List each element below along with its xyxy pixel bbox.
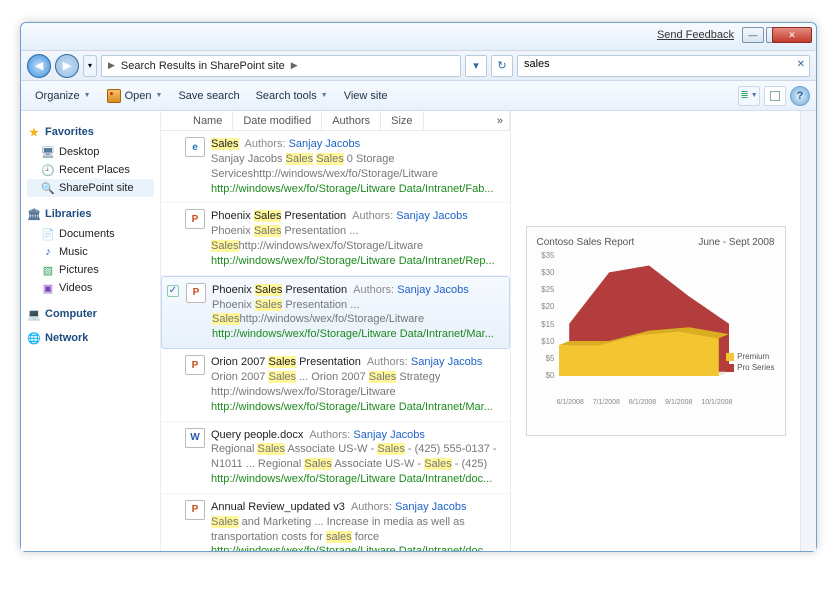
explorer-window: Send Feedback ◀ ▶ ▾ ▶ Search Results in …	[20, 22, 817, 552]
back-button[interactable]: ◀	[27, 54, 51, 78]
select-checkbox[interactable]	[165, 355, 179, 414]
search-tools-button[interactable]: Search tools▼	[248, 86, 336, 106]
ppt-file-icon: P	[185, 355, 205, 375]
chart: $35$30$25$20$15$10$5$0 Premium Pro Serie…	[537, 256, 775, 406]
result-item[interactable]: eSalesAuthors: Sanjay JacobsSanjay Jacob…	[161, 131, 510, 203]
search-input[interactable]	[524, 58, 791, 70]
scrollbar[interactable]	[800, 111, 816, 551]
column-headers: Name Date modified Authors Size »	[161, 111, 510, 131]
save-search-button[interactable]: Save search	[170, 86, 247, 106]
select-checkbox[interactable]	[165, 209, 179, 268]
result-url[interactable]: http://windows/wex/fo/Storage/Litware Da…	[211, 400, 504, 415]
result-item[interactable]: PPhoenix Sales PresentationAuthors: Sanj…	[161, 276, 510, 349]
chevron-right-icon: ▶	[106, 60, 117, 71]
computer-icon: 💻	[27, 307, 41, 321]
sidebar-item-music[interactable]: ♪Music	[27, 243, 154, 261]
minimize-button[interactable]	[742, 27, 764, 43]
sidebar-item-recent[interactable]: 🕘Recent Places	[27, 161, 154, 179]
select-checkbox[interactable]	[166, 283, 180, 342]
organize-button[interactable]: Organize▼	[27, 86, 99, 106]
close-button[interactable]	[772, 27, 812, 43]
view-mode-button[interactable]: ≣▼	[738, 86, 760, 106]
sidebar-item-videos[interactable]: ▣Videos	[27, 279, 154, 297]
ppt-file-icon: P	[186, 283, 206, 303]
author-link[interactable]: Sanjay Jacobs	[395, 501, 467, 513]
refresh-button[interactable]: ↻	[491, 55, 513, 77]
sidebar: ★Favorites 🖥Desktop 🕘Recent Places 🔍Shar…	[21, 111, 161, 551]
open-icon	[107, 89, 121, 103]
sidebar-item-computer[interactable]: 💻Computer	[27, 307, 154, 321]
sidebar-item-network[interactable]: 🌐Network	[27, 331, 154, 345]
sidebar-item-documents[interactable]: 📄Documents	[27, 225, 154, 243]
preview-document: Contoso Sales Report June - Sept 2008 $3…	[526, 226, 786, 436]
send-feedback-link[interactable]: Send Feedback	[657, 29, 734, 41]
col-name[interactable]: Name	[183, 111, 233, 130]
preview-title: Contoso Sales Report	[537, 237, 635, 248]
breadcrumb-segment[interactable]: Search Results in SharePoint site	[117, 60, 289, 72]
author-link[interactable]: Sanjay Jacobs	[396, 210, 468, 222]
result-url[interactable]: http://windows/wex/fo/Storage/Litware Da…	[211, 544, 504, 551]
recent-icon: 🕘	[41, 163, 55, 177]
result-url[interactable]: http://windows/wex/fo/Storage/Litware Da…	[211, 182, 504, 197]
pictures-icon: ▧	[41, 263, 55, 277]
results-list[interactable]: Name Date modified Authors Size » eSales…	[161, 111, 511, 551]
ppt-file-icon: P	[185, 500, 205, 520]
sidebar-header-favorites[interactable]: ★Favorites	[27, 125, 154, 139]
sidebar-item-sharepoint[interactable]: 🔍SharePoint site	[27, 179, 154, 197]
go-button[interactable]: ▾	[465, 55, 487, 77]
author-link[interactable]: Sanjay Jacobs	[353, 429, 425, 441]
col-more[interactable]: »	[491, 111, 510, 130]
toolbar: Organize▼ Open▼ Save search Search tools…	[21, 81, 816, 111]
network-icon: 🌐	[27, 331, 41, 345]
chevron-right-icon: ▶	[289, 60, 300, 71]
search-icon: 🔍	[41, 181, 55, 195]
view-site-button[interactable]: View site	[336, 86, 396, 106]
titlebar: Send Feedback	[21, 23, 816, 51]
result-item[interactable]: WQuery people.docxAuthors: Sanjay Jacobs…	[161, 422, 510, 494]
search-box[interactable]: ✕	[517, 55, 810, 77]
result-item[interactable]: PPhoenix Sales PresentationAuthors: Sanj…	[161, 203, 510, 275]
col-date[interactable]: Date modified	[233, 111, 322, 130]
col-authors[interactable]: Authors	[322, 111, 381, 130]
breadcrumb[interactable]: ▶ Search Results in SharePoint site ▶	[101, 55, 461, 77]
preview-subtitle: June - Sept 2008	[698, 237, 774, 248]
desktop-icon: 🖥	[41, 145, 55, 159]
help-button[interactable]: ?	[790, 86, 810, 106]
result-item[interactable]: PAnnual Review_updated v3Authors: Sanjay…	[161, 494, 510, 551]
result-item[interactable]: POrion 2007 Sales PresentationAuthors: S…	[161, 349, 510, 421]
result-url[interactable]: http://windows/wex/fo/Storage/Litware Da…	[211, 254, 504, 269]
preview-pane: Contoso Sales Report June - Sept 2008 $3…	[511, 111, 800, 551]
nav-bar: ◀ ▶ ▾ ▶ Search Results in SharePoint sit…	[21, 51, 816, 81]
sidebar-item-desktop[interactable]: 🖥Desktop	[27, 143, 154, 161]
documents-icon: 📄	[41, 227, 55, 241]
select-checkbox[interactable]	[165, 428, 179, 487]
author-link[interactable]: Sanjay Jacobs	[411, 356, 483, 368]
star-icon: ★	[27, 125, 41, 139]
author-link[interactable]: Sanjay Jacobs	[289, 138, 361, 150]
sidebar-item-pictures[interactable]: ▧Pictures	[27, 261, 154, 279]
select-checkbox[interactable]	[165, 137, 179, 196]
author-link[interactable]: Sanjay Jacobs	[397, 284, 469, 296]
doc-file-icon: W	[185, 428, 205, 448]
ie-file-icon: e	[185, 137, 205, 157]
result-url[interactable]: http://windows/wex/fo/Storage/Litware Da…	[211, 472, 504, 487]
open-button[interactable]: Open▼	[99, 85, 171, 107]
result-url[interactable]: http://windows/wex/fo/Storage/Litware Da…	[212, 327, 503, 342]
clear-search-icon[interactable]: ✕	[797, 59, 805, 70]
select-checkbox[interactable]	[165, 500, 179, 551]
sidebar-header-libraries[interactable]: 🏛Libraries	[27, 207, 154, 221]
ppt-file-icon: P	[185, 209, 205, 229]
videos-icon: ▣	[41, 281, 55, 295]
chart-legend: Premium Pro Series	[726, 351, 774, 373]
history-dropdown[interactable]: ▾	[83, 55, 97, 77]
libraries-icon: 🏛	[27, 207, 41, 221]
col-size[interactable]: Size	[381, 111, 423, 130]
forward-button[interactable]: ▶	[55, 54, 79, 78]
preview-pane-button[interactable]	[764, 86, 786, 106]
music-icon: ♪	[41, 245, 55, 259]
